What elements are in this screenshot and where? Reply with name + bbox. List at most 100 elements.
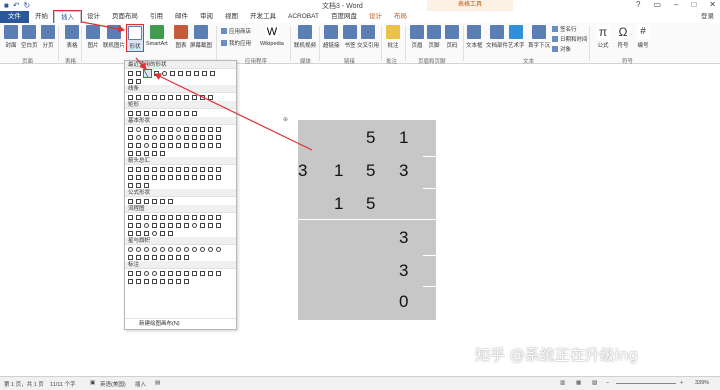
curve-icon[interactable]: [192, 94, 197, 100]
flowchart-shape-icon[interactable]: [192, 214, 197, 220]
wordart-button[interactable]: 艺术字: [508, 25, 525, 49]
star-shape-icon[interactable]: [200, 246, 205, 252]
shape-icon[interactable]: [152, 126, 157, 132]
line-icon[interactable]: [128, 94, 133, 100]
shape-icon[interactable]: [210, 70, 215, 76]
flowchart-shape-icon[interactable]: [152, 222, 157, 228]
arrow-shape-icon[interactable]: [192, 174, 197, 180]
shape-icon[interactable]: [128, 142, 133, 148]
star-shape-icon[interactable]: [128, 246, 133, 252]
arrow-shape-icon[interactable]: [136, 182, 141, 188]
online-video-button[interactable]: 联机视频: [294, 25, 316, 49]
comment-button[interactable]: 批注: [386, 25, 400, 49]
banner-shape-icon[interactable]: [176, 254, 181, 260]
callout-shape-icon[interactable]: [216, 270, 221, 276]
star-shape-icon[interactable]: [160, 246, 165, 252]
new-drawing-canvas-item[interactable]: 新建绘图画布(N): [125, 318, 236, 329]
elbow-connector-icon[interactable]: [168, 94, 173, 100]
tab-references[interactable]: 引用: [144, 11, 169, 23]
shape-icon[interactable]: [136, 150, 141, 156]
crossref-button[interactable]: 交叉引用: [357, 25, 379, 49]
hyperlink-button[interactable]: 超链接: [323, 25, 340, 49]
shape-icon[interactable]: [136, 78, 141, 84]
flowchart-shape-icon[interactable]: [152, 214, 157, 220]
arrow-shape-icon[interactable]: [176, 174, 181, 180]
arrow-shape-icon[interactable]: [144, 174, 149, 180]
callout-shape-icon[interactable]: [136, 270, 141, 276]
arrow-shape-icon[interactable]: [160, 174, 165, 180]
arrow-shape-icon[interactable]: [200, 166, 205, 172]
flowchart-shape-icon[interactable]: [216, 214, 221, 220]
table-cell-value[interactable]: 5: [366, 161, 375, 181]
star-shape-icon[interactable]: [216, 246, 221, 252]
callout-shape-icon[interactable]: [184, 278, 189, 284]
arrow-shape-icon[interactable]: [136, 174, 141, 180]
table-cell-value[interactable]: 5: [366, 194, 375, 214]
bookmark-button[interactable]: 书签: [343, 25, 357, 49]
shape-icon[interactable]: [160, 126, 165, 132]
online-picture-button[interactable]: 联机图片: [103, 25, 125, 49]
flowchart-shape-icon[interactable]: [200, 214, 205, 220]
undo-icon[interactable]: ↶: [13, 1, 20, 10]
app-store-button[interactable]: 应用商店: [221, 27, 251, 35]
shape-icon[interactable]: [136, 126, 141, 132]
banner-shape-icon[interactable]: [152, 254, 157, 260]
shape-icon[interactable]: [184, 126, 189, 132]
object-button[interactable]: 对象: [552, 45, 571, 53]
shape-icon[interactable]: [208, 134, 213, 140]
banner-shape-icon[interactable]: [168, 254, 173, 260]
flowchart-shape-icon[interactable]: [176, 222, 181, 228]
shape-icon[interactable]: [136, 110, 141, 116]
shape-icon[interactable]: [128, 150, 133, 156]
shape-icon[interactable]: [208, 126, 213, 132]
shape-icon[interactable]: [160, 142, 165, 148]
shape-icon[interactable]: [128, 134, 133, 140]
document-table[interactable]: 5 1 3 1 5 3 1 5 3 3 0: [298, 120, 436, 320]
redo-icon[interactable]: ↻: [24, 1, 31, 10]
flowchart-shape-icon[interactable]: [160, 230, 165, 236]
restore-icon[interactable]: ▭: [653, 0, 661, 9]
star-shape-icon[interactable]: [184, 246, 189, 252]
print-layout-icon[interactable]: ▦: [576, 380, 581, 386]
flowchart-shape-icon[interactable]: [184, 222, 189, 228]
table-cell-value[interactable]: 1: [334, 194, 343, 214]
textbox-button[interactable]: 文本框: [466, 25, 483, 49]
callout-shape-icon[interactable]: [160, 278, 165, 284]
curved-connector-icon[interactable]: [184, 94, 189, 100]
tab-view[interactable]: 视图: [219, 11, 244, 23]
shape-icon[interactable]: [160, 150, 165, 156]
shape-icon[interactable]: [168, 126, 173, 132]
banner-shape-icon[interactable]: [128, 254, 133, 260]
tab-insert[interactable]: 插入: [53, 10, 82, 24]
callout-shape-icon[interactable]: [144, 278, 149, 284]
table-cell-value[interactable]: 3: [399, 228, 408, 248]
header-button[interactable]: 页眉: [410, 25, 424, 49]
shape-icon[interactable]: [200, 126, 205, 132]
shape-icon[interactable]: [192, 126, 197, 132]
shape-icon[interactable]: [152, 134, 157, 140]
callout-shape-icon[interactable]: [152, 270, 157, 276]
table-cell-value[interactable]: 5: [366, 128, 375, 148]
tab-acrobat[interactable]: ACROBAT: [282, 11, 325, 23]
shape-icon[interactable]: [128, 110, 133, 116]
shape-icon[interactable]: [170, 70, 175, 76]
zoom-out-icon[interactable]: –: [606, 380, 609, 386]
tab-review[interactable]: 审阅: [194, 11, 219, 23]
shape-icon[interactable]: [128, 126, 133, 132]
not-equal-shape-icon[interactable]: [168, 198, 173, 204]
callout-shape-icon[interactable]: [136, 278, 141, 284]
tab-file[interactable]: 文件: [0, 11, 29, 23]
web-layout-icon[interactable]: ▧: [592, 380, 597, 386]
screenshot-button[interactable]: 屏幕截图: [190, 25, 212, 49]
callout-shape-icon[interactable]: [160, 270, 165, 276]
callout-shape-icon[interactable]: [208, 270, 213, 276]
tab-baidu[interactable]: 百度网盘: [325, 11, 363, 23]
tab-design[interactable]: 设计: [81, 11, 106, 23]
datetime-button[interactable]: 日期和时间: [552, 35, 588, 43]
flowchart-shape-icon[interactable]: [136, 230, 141, 236]
shape-icon[interactable]: [136, 134, 141, 140]
shape-icon[interactable]: [202, 70, 207, 76]
callout-shape-icon[interactable]: [128, 270, 133, 276]
curved-connector-icon[interactable]: [176, 94, 181, 100]
shape-icon[interactable]: [168, 134, 173, 140]
